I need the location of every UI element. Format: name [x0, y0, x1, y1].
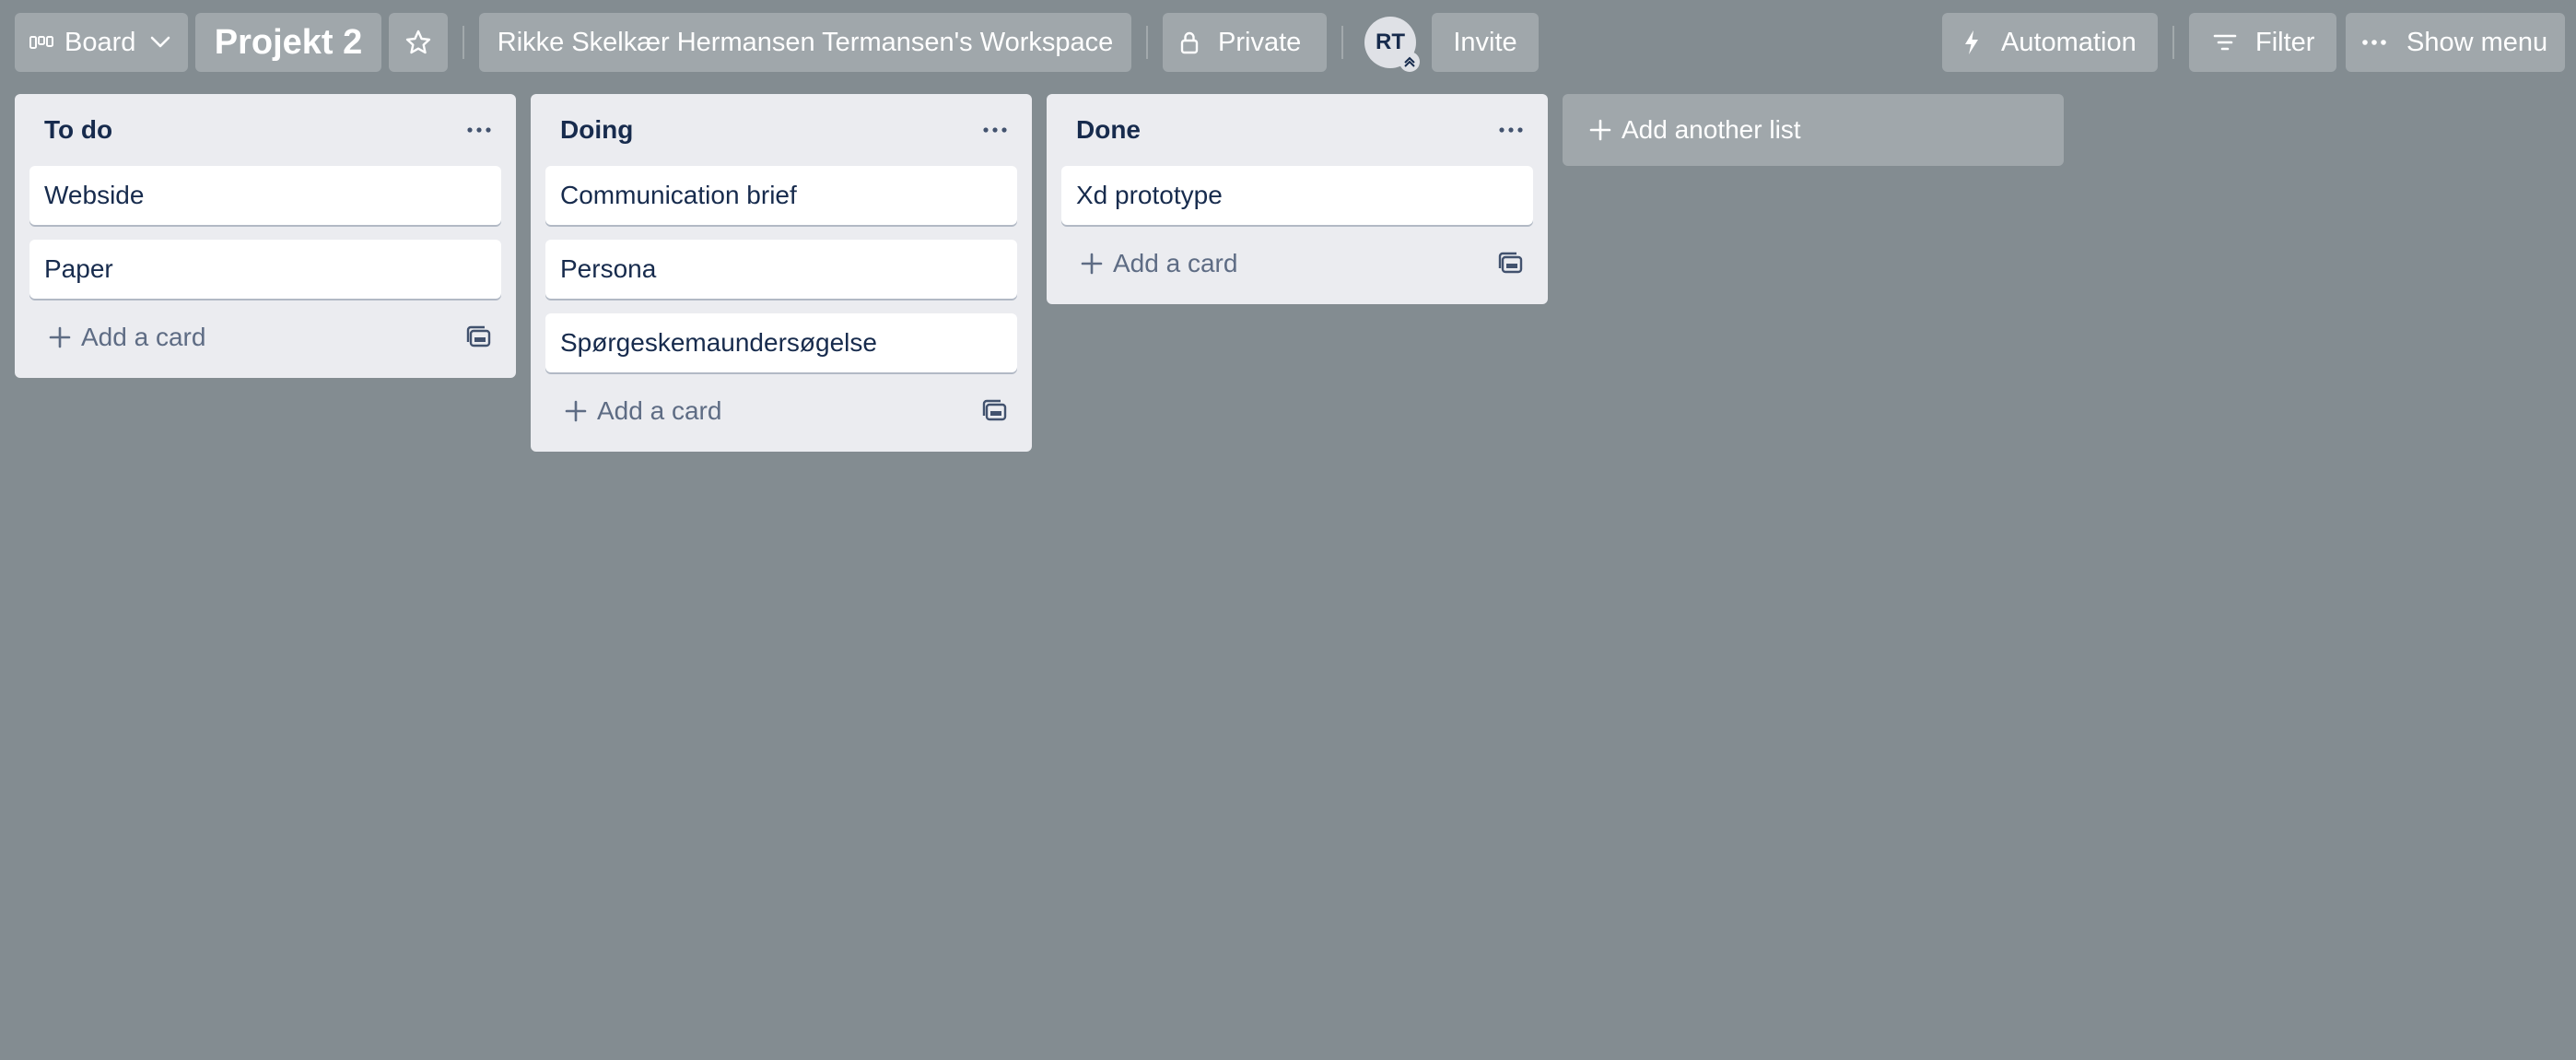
automation-button[interactable]: Automation — [1942, 13, 2158, 72]
list-to-do: To do Webside Paper Add a card — [15, 94, 516, 378]
plus-icon — [1588, 118, 1622, 142]
card[interactable]: Spørgeskemaundersøgelse — [545, 313, 1017, 372]
star-board-button[interactable] — [389, 13, 448, 72]
add-list-label: Add another list — [1622, 115, 1801, 144]
invite-label: Invite — [1453, 27, 1517, 57]
card[interactable]: Paper — [29, 240, 501, 299]
plus-icon — [564, 399, 597, 423]
board-header: Board Projekt 2 Rikke Skelkær Hermansen … — [0, 0, 2576, 85]
workspace-name: Rikke Skelkær Hermansen Termansen's Work… — [497, 27, 1114, 57]
add-card-label: Add a card — [597, 396, 722, 425]
list-done: Done Xd prototype Add a card — [1047, 94, 1548, 304]
card-template-icon[interactable] — [457, 315, 501, 359]
card[interactable]: Communication brief — [545, 166, 1017, 225]
lock-icon — [1179, 30, 1200, 54]
board-icon — [29, 35, 53, 50]
card-template-icon[interactable] — [1489, 241, 1533, 286]
avatar-initials: RT — [1376, 29, 1405, 54]
add-card-button[interactable]: Add a card — [1061, 238, 1248, 289]
plus-icon — [1080, 252, 1113, 276]
list-header: To do — [29, 94, 501, 166]
star-icon — [404, 29, 432, 56]
header-divider — [1146, 26, 1148, 59]
list-title[interactable]: To do — [44, 115, 112, 145]
filter-label: Filter — [2255, 27, 2315, 57]
card-template-icon[interactable] — [973, 389, 1017, 433]
view-switcher-label: Board — [64, 27, 136, 57]
chevron-down-icon — [150, 36, 170, 49]
board-title[interactable]: Projekt 2 — [195, 13, 381, 72]
list-title[interactable]: Done — [1076, 115, 1141, 145]
list-doing: Doing Communication brief Persona Spørge… — [531, 94, 1032, 452]
add-card-button[interactable]: Add a card — [545, 385, 732, 437]
admin-badge-icon — [1399, 52, 1420, 72]
add-card-label: Add a card — [81, 323, 206, 351]
plus-icon — [48, 325, 81, 349]
card[interactable]: Webside — [29, 166, 501, 225]
invite-button[interactable]: Invite — [1432, 13, 1539, 72]
list-footer: Add a card — [29, 308, 501, 367]
list-more-icon[interactable] — [973, 108, 1017, 152]
view-switcher-button[interactable]: Board — [15, 13, 188, 72]
automation-label: Automation — [2001, 27, 2137, 57]
visibility-button[interactable]: Private — [1163, 13, 1327, 72]
header-divider — [2172, 26, 2174, 59]
lightning-icon — [1962, 29, 1981, 55]
list-title[interactable]: Doing — [560, 115, 633, 145]
member-avatar[interactable]: RT — [1364, 17, 1420, 72]
card[interactable]: Xd prototype — [1061, 166, 1533, 225]
list-footer: Add a card — [545, 382, 1017, 441]
filter-button[interactable]: Filter — [2189, 13, 2336, 72]
list-more-icon[interactable] — [1489, 108, 1533, 152]
workspace-button[interactable]: Rikke Skelkær Hermansen Termansen's Work… — [479, 13, 1131, 72]
header-divider — [463, 26, 464, 59]
header-divider — [1341, 26, 1343, 59]
list-header: Doing — [545, 94, 1017, 166]
add-card-label: Add a card — [1113, 249, 1238, 277]
filter-icon — [2213, 33, 2237, 52]
add-list-button[interactable]: Add another list — [1563, 94, 2064, 166]
visibility-label: Private — [1218, 27, 1302, 57]
show-menu-button[interactable]: Show menu — [2346, 13, 2565, 72]
add-card-button[interactable]: Add a card — [29, 312, 217, 363]
list-more-icon[interactable] — [457, 108, 501, 152]
list-footer: Add a card — [1061, 234, 1533, 293]
card[interactable]: Persona — [545, 240, 1017, 299]
list-header: Done — [1061, 94, 1533, 166]
show-menu-label: Show menu — [2406, 27, 2548, 57]
more-icon — [2362, 39, 2386, 46]
